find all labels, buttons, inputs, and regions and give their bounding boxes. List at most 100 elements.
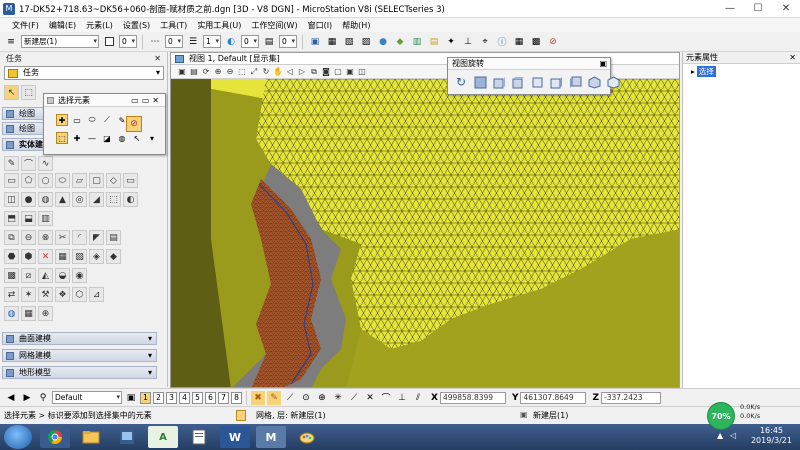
lock-icon[interactable] bbox=[236, 410, 246, 421]
fit-view-icon[interactable]: ⤢ bbox=[249, 67, 259, 77]
bottom-view-icon[interactable] bbox=[529, 74, 545, 90]
transparency-select[interactable]: 0 bbox=[241, 35, 259, 48]
top-view-icon[interactable] bbox=[472, 74, 488, 90]
chevron-down-icon[interactable]: ▾ bbox=[146, 132, 158, 144]
flood-icon[interactable]: ▭ bbox=[123, 173, 138, 188]
menu-workspace[interactable]: 工作空间(W) bbox=[251, 20, 297, 31]
level-manager-icon[interactable]: ≡ bbox=[4, 35, 18, 49]
intersection-snap-icon[interactable]: ✕ bbox=[363, 391, 377, 405]
view-previous-icon[interactable]: ◁ bbox=[285, 67, 295, 77]
clip-mask-icon[interactable]: ▣ bbox=[345, 67, 355, 77]
volume-icon[interactable]: ◁ bbox=[730, 431, 736, 440]
section-mesh-modeling[interactable]: 网格建模 ▾ bbox=[2, 349, 157, 362]
close-button[interactable]: ✕ bbox=[772, 0, 800, 18]
dialog-window-buttons[interactable]: ▭▭✕ bbox=[131, 94, 162, 107]
parallel-snap-icon[interactable]: ⫽ bbox=[411, 391, 425, 405]
circle-icon[interactable]: ○ bbox=[38, 173, 53, 188]
individual-select-icon[interactable]: ✚ bbox=[56, 114, 68, 126]
globe-icon[interactable]: ◍ bbox=[4, 306, 19, 321]
thicken-icon[interactable]: ▥ bbox=[38, 211, 53, 226]
shape-icon[interactable]: ▱ bbox=[72, 173, 87, 188]
layers-icon[interactable]: ▥ bbox=[410, 35, 424, 49]
start-button-icon[interactable] bbox=[4, 425, 32, 449]
nearest-snap-icon[interactable]: ⟋ bbox=[283, 391, 297, 405]
subtract-select-icon[interactable]: — bbox=[86, 132, 98, 144]
blend-icon[interactable]: ◒ bbox=[55, 268, 70, 283]
render-icon[interactable]: ● bbox=[376, 35, 390, 49]
section-surface-modeling[interactable]: 曲面建模 ▾ bbox=[2, 332, 157, 345]
menu-element[interactable]: 元素(L) bbox=[86, 20, 113, 31]
block-select-icon[interactable]: ▭ bbox=[71, 114, 83, 126]
face-icon[interactable]: ▤ bbox=[106, 230, 121, 245]
revolve-icon[interactable]: ◐ bbox=[123, 192, 138, 207]
snap-icon[interactable]: ✦ bbox=[444, 35, 458, 49]
word-icon[interactable]: W bbox=[220, 426, 250, 448]
close-icon[interactable]: ▣ bbox=[599, 58, 607, 70]
front-view-icon[interactable] bbox=[491, 74, 507, 90]
smartline-icon[interactable]: ✎ bbox=[4, 156, 19, 171]
view-next-icon[interactable]: ▷ bbox=[297, 67, 307, 77]
dynamic-rotate-icon[interactable]: ↻ bbox=[453, 74, 469, 90]
select-element-tool-icon[interactable]: ↖ bbox=[4, 85, 19, 100]
subtract-icon[interactable]: ⊖ bbox=[21, 230, 36, 245]
perpendicular-snap-icon[interactable]: ⊥ bbox=[395, 391, 409, 405]
midpoint-snap-icon[interactable]: ⊙ bbox=[299, 391, 313, 405]
raster-icon[interactable]: ▨ bbox=[359, 35, 373, 49]
user-icon[interactable]: ⚲ bbox=[36, 391, 50, 405]
line-style-icon[interactable]: ⋯ bbox=[148, 35, 162, 49]
copy-view-icon[interactable]: ⧉ bbox=[309, 67, 319, 77]
priority-select[interactable]: 0 bbox=[279, 35, 297, 48]
offset-faces-icon[interactable]: ▧ bbox=[72, 249, 87, 264]
camera-icon[interactable]: ◙ bbox=[321, 67, 331, 77]
display-style-icon[interactable]: ▤ bbox=[189, 67, 199, 77]
curve-icon[interactable]: ∿ bbox=[38, 156, 53, 171]
invert-select-icon[interactable]: ◪ bbox=[101, 132, 113, 144]
view-8-button[interactable]: 8 bbox=[231, 391, 242, 404]
disable-icon[interactable]: ⊘ bbox=[546, 35, 560, 49]
material-icon[interactable]: ◆ bbox=[393, 35, 407, 49]
microstation-taskbar-icon[interactable]: M bbox=[256, 426, 286, 448]
chamfer-icon[interactable]: ◤ bbox=[89, 230, 104, 245]
boolean-icon[interactable]: ⊕ bbox=[38, 306, 53, 321]
system-clock[interactable]: 16:45 2019/3/21 bbox=[751, 426, 792, 446]
tangent-snap-icon[interactable]: ⌒ bbox=[379, 391, 393, 405]
union-icon[interactable]: ⧉ bbox=[4, 230, 19, 245]
feature-icon[interactable]: ❖ bbox=[55, 287, 70, 302]
shape-select-icon[interactable]: ⬭ bbox=[86, 114, 98, 126]
clear-select-icon[interactable]: ◍ bbox=[116, 132, 128, 144]
cut-icon[interactable]: ✂ bbox=[55, 230, 70, 245]
view-2-button[interactable]: 2 bbox=[153, 391, 164, 404]
line-weight-select[interactable]: 1 bbox=[203, 35, 221, 48]
menu-help[interactable]: 帮助(H) bbox=[342, 20, 370, 31]
view-attributes-select[interactable]: Default bbox=[52, 391, 122, 404]
extrude-icon[interactable]: ⬚ bbox=[106, 192, 121, 207]
chrome-icon[interactable] bbox=[40, 426, 70, 448]
repair-icon[interactable]: ⚒ bbox=[38, 287, 53, 302]
3d-model-canvas[interactable] bbox=[171, 79, 680, 388]
accudraw-icon[interactable]: ⌖ bbox=[478, 35, 492, 49]
rotate-view-icon[interactable]: ↻ bbox=[261, 67, 271, 77]
align-faces-icon[interactable]: ▦ bbox=[55, 249, 70, 264]
update-view-icon[interactable]: ⟳ bbox=[201, 67, 211, 77]
measure-icon[interactable]: ⊥ bbox=[461, 35, 475, 49]
forward-icon[interactable]: ▶ bbox=[20, 391, 34, 405]
picture-icon[interactable]: ▩ bbox=[529, 35, 543, 49]
menu-tools[interactable]: 工具(T) bbox=[160, 20, 187, 31]
ellipse-icon[interactable]: ⬭ bbox=[55, 173, 70, 188]
view-3-button[interactable]: 3 bbox=[166, 391, 177, 404]
window-area-icon[interactable]: ⬚ bbox=[237, 67, 247, 77]
delete-face-icon[interactable]: ✕ bbox=[38, 249, 53, 264]
minimize-button[interactable]: — bbox=[716, 0, 744, 18]
hole-icon[interactable]: ◉ bbox=[72, 268, 87, 283]
line-select-icon[interactable]: ⟋ bbox=[101, 114, 113, 126]
color-swatch-icon[interactable] bbox=[102, 35, 116, 49]
network-monitor-badge[interactable]: 70% bbox=[707, 402, 735, 430]
lock-selection-icon[interactable]: ⊘ bbox=[126, 116, 142, 132]
parametric-icon[interactable]: ⬡ bbox=[72, 287, 87, 302]
view-7-button[interactable]: 7 bbox=[218, 391, 229, 404]
sphere-icon[interactable]: ● bbox=[21, 192, 36, 207]
bisector-snap-icon[interactable]: ⟋ bbox=[347, 391, 361, 405]
display-style-icon[interactable]: ▤ bbox=[427, 35, 441, 49]
slab-icon[interactable]: ◫ bbox=[4, 192, 19, 207]
menu-file[interactable]: 文件(F) bbox=[12, 20, 39, 31]
